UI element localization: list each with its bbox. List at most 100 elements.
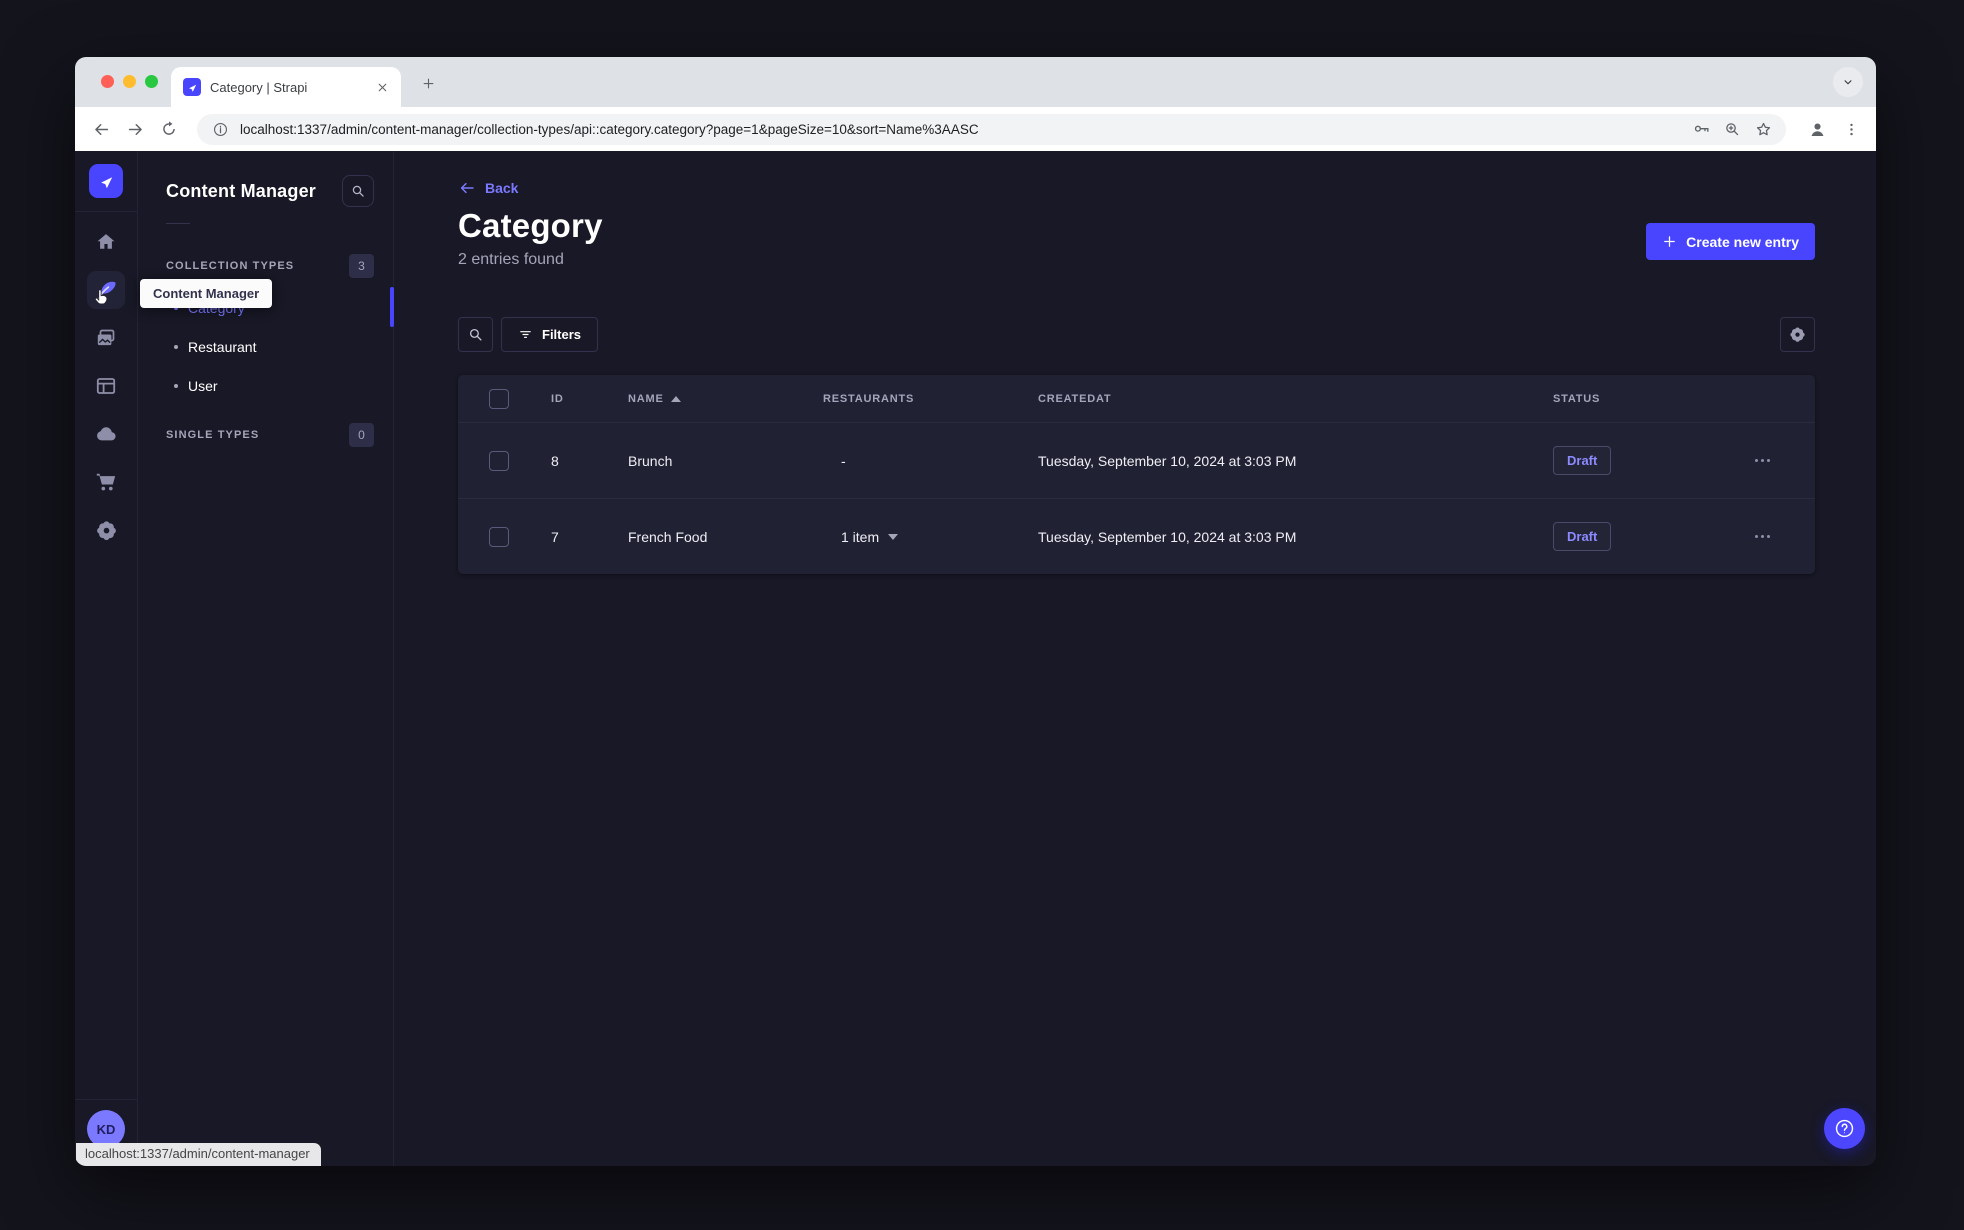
close-window-button[interactable] [101,75,114,88]
zoom-icon[interactable] [1721,118,1743,140]
status-badge: Draft [1553,522,1612,551]
subnav-item-label: User [188,377,218,394]
header-id: ID [551,392,564,405]
cell-id: 8 [551,452,559,469]
maximize-window-button[interactable] [145,75,158,88]
strapi-logo[interactable] [89,164,123,198]
address-bar[interactable]: localhost:1337/admin/content-manager/col… [197,113,1786,145]
home-icon [97,234,115,249]
subnav-item-restaurant[interactable]: Restaurant [138,327,393,366]
plus-icon [423,78,433,88]
filter-icon [520,331,531,338]
tab-close-button[interactable] [373,78,391,96]
search-icon [352,185,364,197]
header-createdat: CREATEDAT [1038,392,1112,405]
entries-table: ID NAME RESTAURANTS CREATEDAT STATUS 8 B… [458,375,1815,574]
active-item-indicator [390,287,394,327]
entries-count: 2 entries found [458,251,564,268]
bullet-icon [174,383,178,388]
sort-ascending-icon [670,395,681,402]
nav-content-type-builder-button[interactable] [87,367,125,405]
nav-home-button[interactable] [87,223,125,261]
subnav-item-user[interactable]: User [138,366,393,405]
row-actions-button[interactable] [1753,529,1772,544]
gear-icon [1790,327,1805,342]
cell-name: Brunch [628,452,673,469]
search-button[interactable] [458,317,493,352]
row-checkbox[interactable] [489,526,509,547]
table-settings-button[interactable] [1780,317,1815,352]
page-title: Category [458,207,603,244]
caret-down-icon [888,533,899,540]
single-types-label: SINGLE TYPES [166,429,260,441]
strapi-arrow-icon [100,176,112,188]
minimize-window-button[interactable] [123,75,136,88]
tab-title: Category | Strapi [210,79,308,95]
forward-button[interactable] [121,115,149,143]
subnav-item-label: Restaurant [188,338,257,355]
browser-tab[interactable]: Category | Strapi [171,67,401,107]
cell-restaurants[interactable]: 1 item [823,529,1038,545]
browser-menu-icon[interactable] [1838,116,1864,142]
question-mark-icon [1835,1119,1854,1138]
plus-icon [1664,236,1675,247]
tab-search-button[interactable] [1833,67,1863,97]
layout-icon [96,378,116,394]
cell-createdat: Tuesday, September 10, 2024 at 3:03 PM [1038,528,1297,545]
arrow-left-icon [460,182,474,194]
gear-icon [96,520,116,540]
status-badge: Draft [1553,446,1612,475]
window-controls [101,75,158,88]
single-types-count-badge: 0 [349,423,374,447]
nav-media-library-button[interactable] [87,319,125,357]
arrow-left-icon [94,123,108,135]
table-row[interactable]: 8 Brunch - Tuesday, September 10, 2024 a… [458,422,1815,498]
arrow-right-icon [128,123,142,135]
password-key-icon[interactable] [1690,118,1712,140]
nav-settings-button[interactable] [87,511,125,549]
table-header-row: ID NAME RESTAURANTS CREATEDAT STATUS [458,375,1815,422]
nav-marketplace-button[interactable] [87,463,125,501]
search-icon [469,328,482,341]
media-library-icon [97,329,115,346]
create-button-label: Create new entry [1686,233,1799,250]
shopping-cart-icon [96,473,116,491]
header-status: STATUS [1553,392,1601,405]
reload-icon [163,121,175,135]
subnav-search-button[interactable] [342,175,374,207]
table-row[interactable]: 7 French Food 1 item Tuesday, September … [458,498,1815,574]
collection-types-count-badge: 3 [349,254,374,278]
back-link[interactable]: Back [458,179,518,197]
cell-restaurants: - [841,452,846,469]
cell-createdat: Tuesday, September 10, 2024 at 3:03 PM [1038,452,1297,469]
back-button[interactable] [87,115,115,143]
cloud-icon [96,426,116,440]
back-label: Back [485,180,519,196]
strip-divider [75,1099,137,1100]
strapi-favicon [183,78,201,96]
browser-tab-bar: Category | Strapi [75,57,1876,107]
profile-icon[interactable] [1804,116,1830,142]
site-info-icon[interactable] [209,118,231,140]
header-name[interactable]: NAME [628,393,823,405]
close-icon [378,83,386,91]
help-button[interactable] [1824,1108,1865,1149]
filters-button[interactable]: Filters [501,317,599,352]
browser-toolbar: localhost:1337/admin/content-manager/col… [75,107,1876,151]
browser-window: Category | Strapi localhost:1337/admin/c… [75,57,1876,1166]
content-manager-tooltip: Content Manager [140,279,273,308]
bookmark-star-icon[interactable] [1752,118,1774,140]
row-actions-button[interactable] [1753,453,1772,468]
filters-label: Filters [542,327,582,342]
create-new-entry-button[interactable]: Create new entry [1646,223,1815,260]
reload-button[interactable] [155,115,183,143]
select-all-checkbox[interactable] [489,388,509,409]
subnav-divider [166,223,190,224]
new-tab-button[interactable] [415,70,441,96]
bullet-icon [174,344,178,349]
nav-deploy-cloud-button[interactable] [87,415,125,453]
url-text: localhost:1337/admin/content-manager/col… [240,121,979,137]
strapi-app: KD Content Manager COLLECTION TYPES 3 Ca… [75,151,1876,1166]
strapi-arrow-icon [188,84,196,92]
row-checkbox[interactable] [489,450,509,471]
